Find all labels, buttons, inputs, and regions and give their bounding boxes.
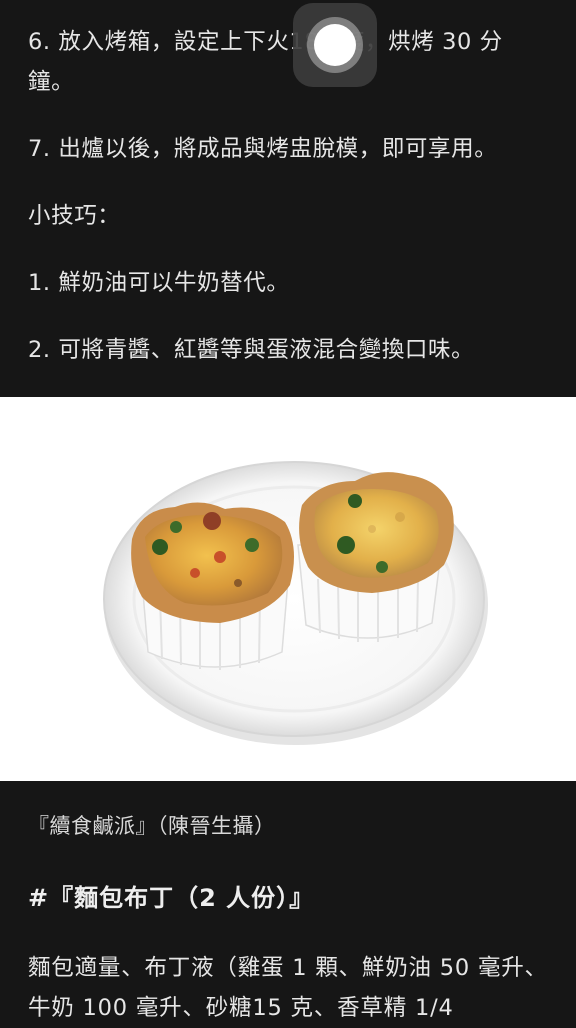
- quiche-photo[interactable]: [0, 397, 576, 781]
- assistive-touch-core-icon: [314, 24, 356, 66]
- tips-title: 小技巧：: [28, 203, 121, 229]
- ingredients-text: 麵包適量、布丁液（雞蛋 1 顆、鮮奶油 50 毫升、牛奶 100 毫升、砂糖15…: [28, 955, 548, 1021]
- tip-2-text: 2. 可將青醬、紅醬等與蛋液混合變換口味。: [28, 337, 475, 363]
- step-6-text: 6. 放入烤箱，設定上下火180 度，烘烤 30 分鐘。: [28, 29, 503, 95]
- assistive-touch-button[interactable]: [293, 3, 377, 87]
- tip-1-text: 1. 鮮奶油可以牛奶替代。: [28, 270, 290, 296]
- quiche-illustration: [103, 461, 488, 745]
- step-7-text: 7. 出爐以後，將成品與烤盅脫模，即可享用。: [28, 136, 498, 162]
- assistive-touch-ring-icon: [307, 17, 363, 73]
- article-content: 6. 放入烤箱，設定上下火180 度，烘烤 30 分鐘。 7. 出爐以後，將成品…: [0, 0, 576, 370]
- section-heading: #『麵包布丁（2 人份）』: [28, 884, 315, 912]
- photo-caption: 『續食鹹派』（陳晉生攝）: [28, 814, 276, 838]
